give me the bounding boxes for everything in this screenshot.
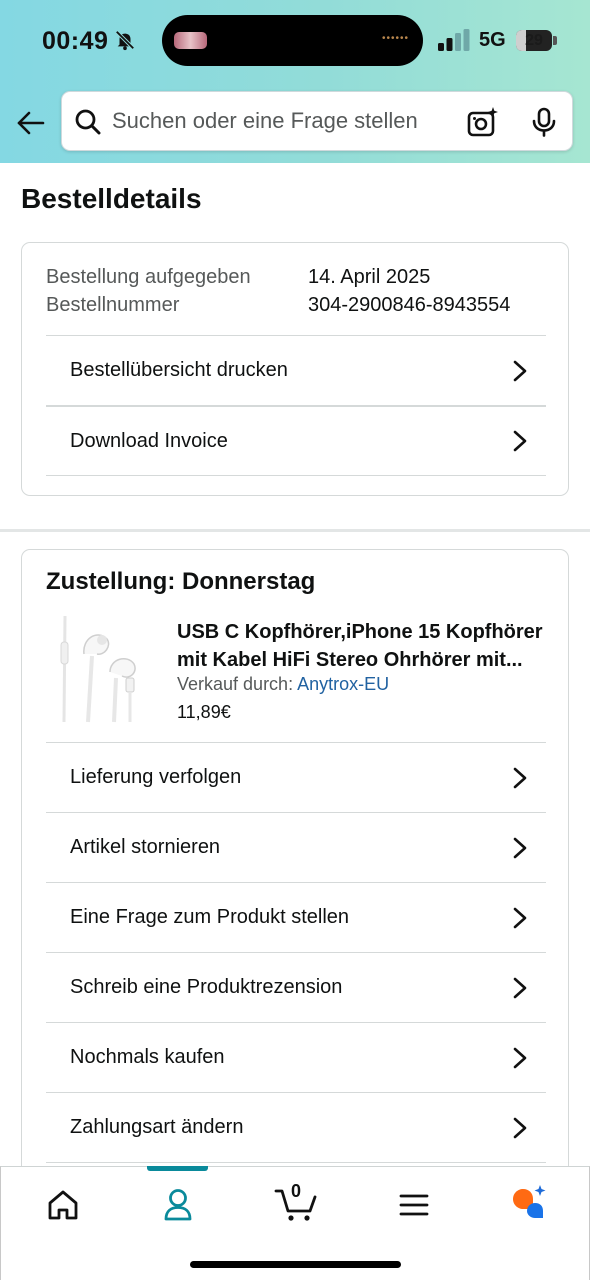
network-type: 5G: [479, 29, 506, 51]
order-number-row: Bestellnummer 304-2900846-8943554: [46, 291, 510, 319]
track-delivery-row[interactable]: Lieferung verfolgen: [46, 742, 546, 812]
chevron-right-icon: [513, 430, 527, 452]
menu-icon[interactable]: [392, 1185, 436, 1225]
chevron-right-icon: [513, 767, 527, 788]
write-review-row[interactable]: Schreib eine Produktrezension: [46, 952, 546, 1022]
row-divider: [46, 475, 546, 476]
order-info: Bestellung aufgegeben 14. April 2025 Bes…: [46, 263, 510, 319]
chevron-right-icon: [513, 977, 527, 998]
download-invoice-label: Download Invoice: [70, 429, 228, 452]
delivery-card: Zustellung: Donnerstag USB C Kopfhörer,i…: [21, 549, 569, 1189]
cancel-item-row[interactable]: Artikel stornieren: [46, 812, 546, 882]
download-invoice-row[interactable]: Download Invoice: [46, 405, 546, 475]
page-title: Bestelldetails: [21, 183, 202, 214]
status-time: 00:49: [42, 27, 109, 55]
battery-level: 29: [525, 32, 543, 49]
order-date-row: Bestellung aufgegeben 14. April 2025: [46, 263, 510, 291]
search-bar[interactable]: [61, 91, 573, 151]
battery-icon: 29: [516, 30, 552, 51]
cart-count: 0: [291, 1181, 302, 1201]
print-summary-row[interactable]: Bestellübersicht drucken: [46, 335, 546, 405]
chevron-right-icon: [513, 837, 527, 858]
chevron-right-icon: [513, 1047, 527, 1068]
ask-question-row[interactable]: Eine Frage zum Produkt stellen: [46, 882, 546, 952]
search-icon: [75, 109, 101, 135]
home-indicator: [190, 1261, 401, 1268]
change-payment-label: Zahlungsart ändern: [70, 1116, 244, 1138]
account-icon[interactable]: [156, 1185, 200, 1225]
battery-tip: [553, 36, 557, 45]
order-date-label: Bestellung aufgegeben: [46, 266, 251, 288]
chevron-right-icon: [513, 360, 527, 381]
order-number-value: 304-2900846-8943554: [308, 294, 511, 316]
product-price: 11,89€: [177, 702, 231, 722]
cancel-item-label: Artikel stornieren: [70, 836, 221, 858]
waveform-icon: ••••••: [381, 33, 409, 44]
silent-bell-icon: [115, 30, 135, 51]
seller-link[interactable]: Anytrox-EU: [297, 674, 389, 694]
cart-button[interactable]: 0: [274, 1181, 320, 1225]
cellular-signal-icon: [438, 29, 470, 51]
chevron-right-icon: [513, 1117, 527, 1138]
buy-again-row[interactable]: Nochmals kaufen: [46, 1022, 546, 1092]
product-image[interactable]: [52, 614, 152, 726]
print-summary-label: Bestellübersicht drucken: [70, 359, 288, 381]
camera-sparkle-icon[interactable]: [467, 106, 499, 138]
app-header: 00:49 •••••• 5G 29: [0, 0, 590, 163]
change-payment-row[interactable]: Zahlungsart ändern: [46, 1092, 546, 1162]
back-arrow-icon[interactable]: [16, 108, 46, 138]
seller-prefix: Verkauf durch:: [177, 674, 294, 694]
seller-line: Verkauf durch: Anytrox-EU: [177, 674, 389, 695]
product-title[interactable]: USB C Kopfhörer,iPhone 15 Kopfhörer mit …: [177, 618, 552, 674]
ask-question-label: Eine Frage zum Produkt stellen: [70, 906, 350, 928]
section-divider: [0, 529, 590, 532]
active-tab-indicator: [147, 1166, 208, 1171]
track-delivery-label: Lieferung verfolgen: [70, 766, 242, 788]
microphone-icon[interactable]: [530, 107, 558, 137]
buy-again-label: Nochmals kaufen: [70, 1046, 225, 1068]
search-input[interactable]: [112, 105, 452, 137]
home-icon[interactable]: [41, 1185, 85, 1225]
order-info-card: Bestellung aufgegeben 14. April 2025 Bes…: [21, 242, 569, 496]
dynamic-island: ••••••: [162, 15, 423, 66]
order-date-value: 14. April 2025: [308, 266, 431, 288]
chevron-right-icon: [513, 907, 527, 928]
order-number-label: Bestellnummer: [46, 294, 180, 316]
delivery-title: Zustellung: Donnerstag: [46, 568, 316, 595]
media-thumbnail: [174, 32, 207, 49]
write-review-label: Schreib eine Produktrezension: [70, 976, 343, 998]
rufus-icon[interactable]: [507, 1185, 551, 1225]
